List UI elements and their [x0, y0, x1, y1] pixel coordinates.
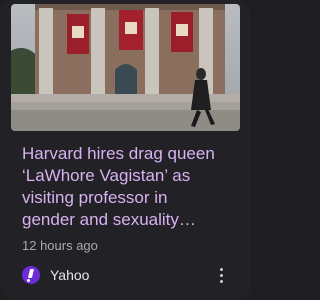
- headline-line: visiting professor in: [22, 188, 168, 207]
- harvard-photo: [11, 4, 240, 131]
- article-timestamp: 12 hours ago: [22, 238, 98, 253]
- yahoo-logo-icon: [22, 266, 40, 284]
- news-card[interactable]: Harvard hires drag queen ‘LaWhore Vagist…: [0, 0, 251, 300]
- article-headline[interactable]: Harvard hires drag queen ‘LaWhore Vagist…: [22, 143, 236, 231]
- headline-line: gender and sexuality…: [22, 210, 196, 229]
- source-name: Yahoo: [50, 267, 90, 283]
- more-options-button[interactable]: [210, 263, 232, 287]
- article-image[interactable]: [11, 4, 240, 131]
- source-row: Yahoo: [22, 265, 232, 287]
- more-vertical-icon: [219, 267, 223, 271]
- headline-line: ‘LaWhore Vagistan’ as: [22, 166, 191, 185]
- headline-line: Harvard hires drag queen: [22, 144, 215, 163]
